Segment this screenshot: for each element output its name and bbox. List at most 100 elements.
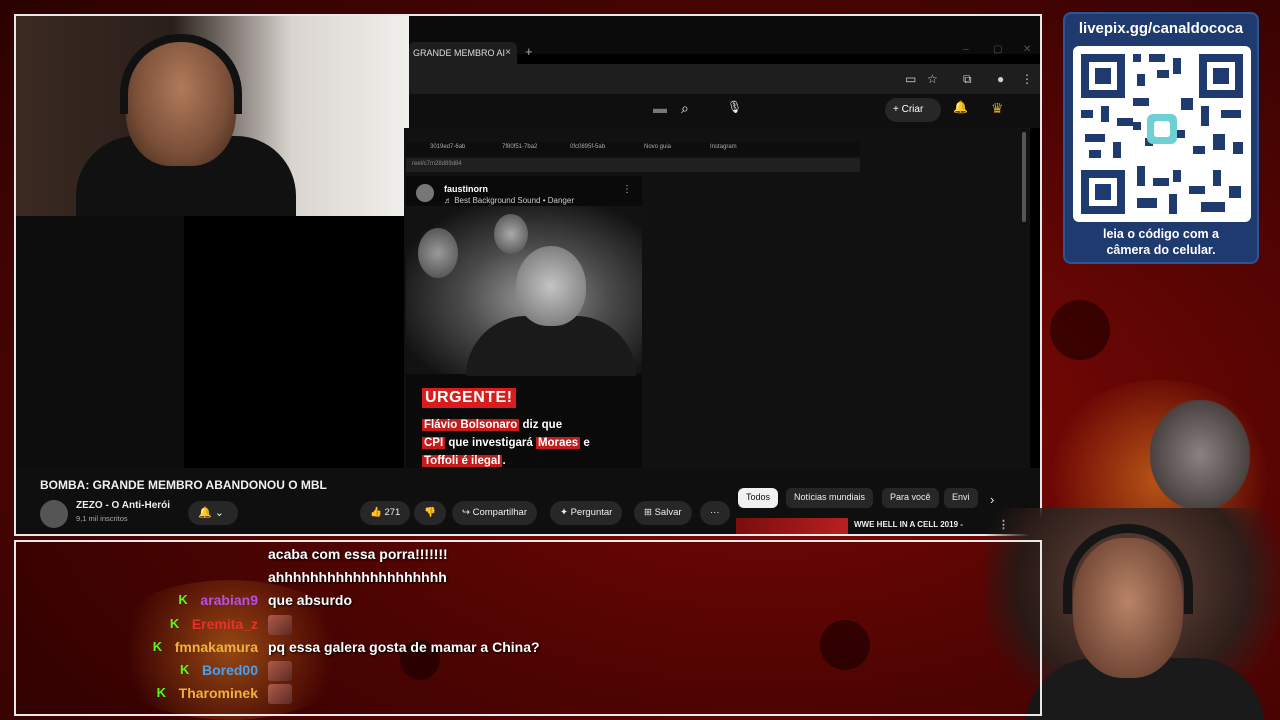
reel-menu-icon: ⋮ <box>622 184 632 195</box>
reel-headline: Flávio Bolsonaro diz que CPI que investi… <box>422 416 638 470</box>
donation-qr-panel: livepix.gg/canaldococa leia o código com… <box>1063 12 1259 264</box>
mic-icon[interactable]: 🎙 <box>727 100 742 114</box>
video-info-bar: BOMBA: GRANDE MEMBRO ABANDONOU O MBL ZEZ… <box>16 468 1040 534</box>
tab-label: GRANDE MEMBRO AI <box>413 48 506 58</box>
reel-text: que investigará <box>445 437 536 449</box>
browser-tab[interactable]: GRANDE MEMBRO AI × <box>409 42 517 64</box>
qr-code-graphic <box>1081 54 1243 214</box>
share-button[interactable]: ↪ Compartilhar <box>452 501 537 525</box>
create-button[interactable]: + Criar <box>885 98 941 122</box>
chat-badge-icon: K <box>152 638 163 654</box>
browser-address-bar[interactable]: ▭ ☆ ⧉ ● ⋮ <box>409 64 1040 94</box>
photo-figure-main <box>516 246 586 326</box>
chat-emote-icon <box>268 684 292 705</box>
maximize-icon[interactable]: ▢ <box>993 44 1002 55</box>
notifications-bell-icon[interactable]: 🔔 <box>953 100 968 114</box>
chat-username[interactable]: arabian9 <box>200 592 258 608</box>
video-player[interactable]: 3019ed7-6ab 7f80f51-7ba2 0fc0895f-5ab No… <box>404 128 1030 468</box>
scrollbar[interactable] <box>1022 132 1026 222</box>
subscriber-count: 9,1 mil inscritos <box>76 514 128 523</box>
embedded-tab: Novo guia <box>644 144 672 150</box>
related-video-title[interactable]: WWE HELL IN A CELL 2019 - <box>854 520 963 529</box>
reel-avatar <box>416 184 434 202</box>
reel-username: faustinorn <box>444 184 488 194</box>
chat-message: acaba com essa porra!!!!!!! <box>268 546 448 562</box>
channel-avatar[interactable] <box>40 500 68 528</box>
reel-text: . <box>502 455 506 467</box>
chat-badge-icon: K <box>156 685 167 701</box>
bookmark-star-icon[interactable]: ☆ <box>927 72 938 86</box>
reel-highlight: CPI <box>422 437 446 449</box>
subscription-bell-button[interactable]: 🔔 ⌄ <box>188 501 238 525</box>
chip-todos[interactable]: Todos <box>738 488 779 508</box>
embedded-tab: 0fc0895f-5ab <box>570 144 606 150</box>
embedded-tab: Instagram <box>710 144 737 150</box>
reel-highlight: Moraes <box>535 437 581 449</box>
search-icon[interactable]: ⌕ <box>681 100 689 117</box>
chat-username[interactable]: Bored00 <box>202 662 258 678</box>
cast-icon[interactable]: ▭ <box>905 72 916 86</box>
stream-capture-window: GRANDE MEMBRO AI × + – ▢ ✕ ▭ ☆ ⧉ ● ⋮ ▬ ⌕… <box>14 14 1042 536</box>
chat-badge-icon: K <box>169 615 180 631</box>
headset-icon <box>1063 524 1193 614</box>
channel-name[interactable]: ZEZO - O Anti-Herói <box>76 500 170 511</box>
ask-button[interactable]: ✦ Perguntar <box>550 501 623 525</box>
youtube-header: ▬ ⌕ 🎙 + Criar 🔔 ♛ <box>409 94 1040 128</box>
reel-sound: ♬ Best Background Sound • Danger <box>444 196 574 205</box>
chip-envi[interactable]: Envi <box>944 488 978 508</box>
chip-para-voce[interactable]: Para você <box>882 488 939 508</box>
headset-icon <box>120 34 242 114</box>
photo-figure <box>494 214 528 254</box>
reel-highlight: Flávio Bolsonaro <box>422 419 520 431</box>
chat-message: ahhhhhhhhhhhhhhhhhhhh <box>268 569 447 586</box>
like-button[interactable]: 👍 271 <box>360 501 411 525</box>
wolf-figure <box>1150 400 1250 510</box>
related-video-thumbnail[interactable] <box>736 518 848 534</box>
close-window-icon[interactable]: ✕ <box>1023 44 1031 55</box>
chat-badge-icon: K <box>178 592 188 608</box>
video-title: BOMBA: GRANDE MEMBRO ABANDONOU O MBL <box>40 478 327 492</box>
profile-avatar-icon[interactable]: ● <box>997 72 1004 86</box>
more-actions-button[interactable]: ··· <box>700 501 730 525</box>
chat-emote-icon <box>268 661 292 681</box>
qr-caption-line: leia o código com a <box>1103 227 1219 241</box>
embedded-tab: 7f80f51-7ba2 <box>502 144 538 150</box>
browser-tab-bar: GRANDE MEMBRO AI × + – ▢ ✕ <box>409 16 1040 64</box>
chip-noticias[interactable]: Notícias mundiais <box>786 488 874 508</box>
qr-caption: leia o código com a câmera do celular. <box>1065 226 1257 258</box>
embedded-tab: 3019ed7-6ab <box>430 144 466 150</box>
instagram-reel: faustinorn ♬ Best Background Sound • Dan… <box>406 176 642 468</box>
chat-username[interactable]: fmnakamura <box>175 639 258 655</box>
create-label: Criar <box>901 104 924 115</box>
reel-highlight: Toffoli é ilegal <box>422 455 503 467</box>
browser-menu-icon[interactable]: ⋮ <box>1021 72 1033 86</box>
minimize-icon[interactable]: – <box>963 44 969 55</box>
chat-badge-icon: K <box>179 662 190 677</box>
left-panel <box>16 216 184 468</box>
embedded-address-bar: reel/c7m28d89d84 <box>406 158 860 172</box>
chat-username[interactable]: Eremita_z <box>192 616 258 632</box>
dislike-button[interactable]: 👎 <box>414 501 446 525</box>
chat-emote-icon <box>268 614 292 635</box>
reel-text: e <box>580 437 590 449</box>
chat-message: que absurdo <box>268 592 353 609</box>
reel-photo <box>406 206 642 376</box>
tab-close-icon[interactable]: × <box>505 47 511 58</box>
user-avatar[interactable]: ♛ <box>991 100 1004 117</box>
donation-url: livepix.gg/canaldococa <box>1078 20 1244 37</box>
chat-message: pq essa galera gosta de mamar a China? <box>268 638 540 655</box>
save-button[interactable]: ⊞ Salvar <box>634 501 692 525</box>
reel-text: diz que <box>519 419 563 431</box>
qr-code <box>1073 46 1251 222</box>
new-tab-icon[interactable]: + <box>525 44 533 59</box>
chat-username[interactable]: Tharominek <box>179 685 258 701</box>
chat-overlay <box>14 540 1042 716</box>
urgent-badge: URGENTE! <box>422 388 516 408</box>
qr-caption-line: câmera do celular. <box>1106 243 1216 257</box>
photo-figure <box>418 228 458 278</box>
extensions-icon[interactable]: ⧉ <box>963 72 972 87</box>
chips-next-icon[interactable]: › <box>982 488 1002 508</box>
embedded-tab-bar: 3019ed7-6ab 7f80f51-7ba2 0fc0895f-5ab No… <box>406 142 860 156</box>
streamer-webcam <box>16 16 409 216</box>
search-box-icon[interactable]: ▬ <box>653 100 667 116</box>
